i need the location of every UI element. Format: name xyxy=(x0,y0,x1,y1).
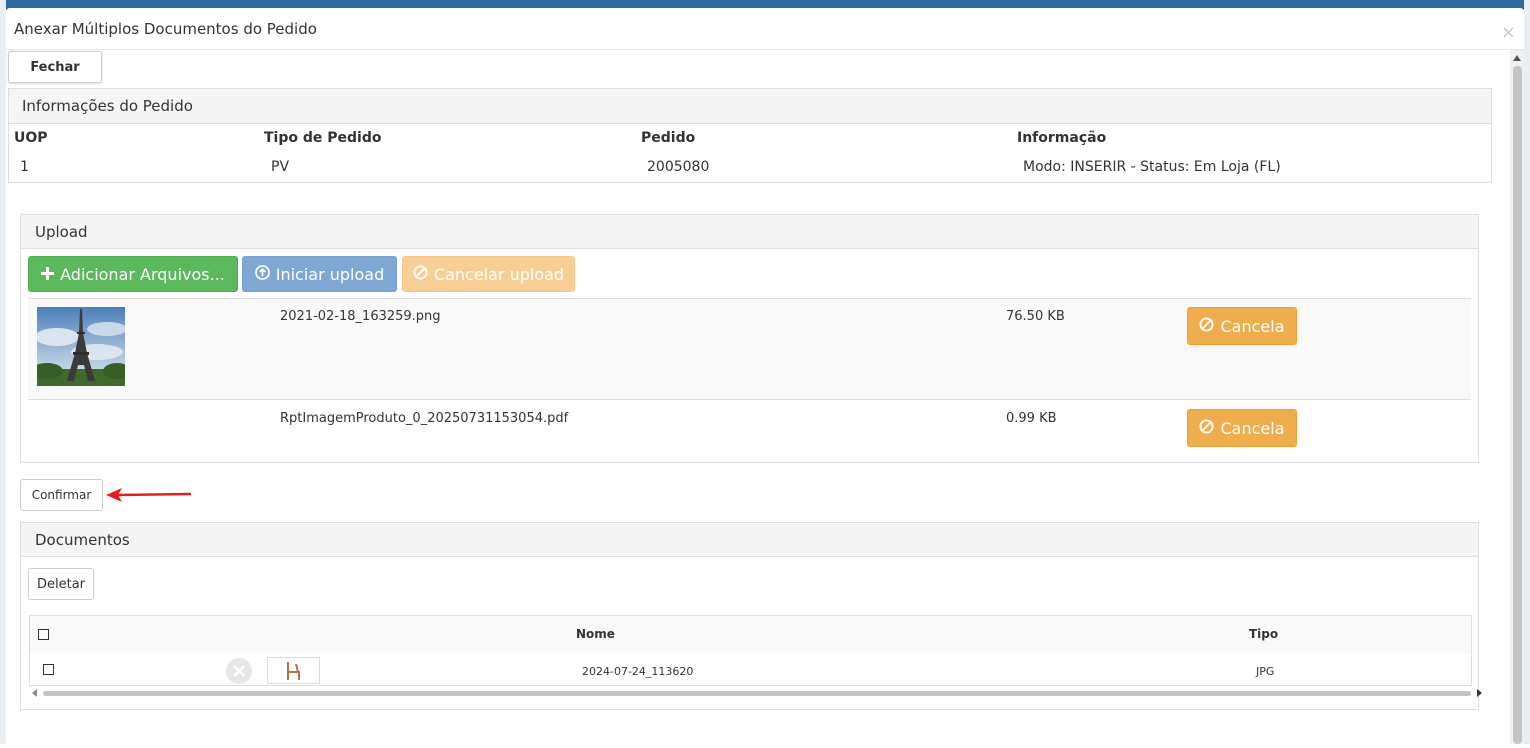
order-number-value: 2005080 xyxy=(647,159,710,175)
cancel-upload-button[interactable]: Cancelar upload xyxy=(402,256,575,292)
information-header: Informação xyxy=(1017,130,1107,146)
order-info-title: Informações do Pedido xyxy=(22,97,193,115)
documents-heading: Documentos xyxy=(21,523,1478,557)
upload-file-size: 76.50 KB xyxy=(1006,309,1065,324)
delete-button[interactable]: Deletar xyxy=(28,568,94,600)
start-upload-label: Iniciar upload xyxy=(275,264,385,284)
close-icon[interactable]: × xyxy=(1501,22,1516,43)
modal-title: Anexar Múltiplos Documentos do Pedido xyxy=(14,20,317,38)
annotation-arrow xyxy=(104,487,194,507)
ban-icon xyxy=(413,264,428,284)
ban-icon xyxy=(1199,418,1215,438)
close-button-label: Fechar xyxy=(30,59,80,75)
cancel-file-button[interactable]: Cancela xyxy=(1187,409,1297,447)
add-files-button[interactable]: Adicionar Arquivos... xyxy=(28,256,238,292)
add-files-label: Adicionar Arquivos... xyxy=(60,264,225,284)
scroll-right-icon[interactable] xyxy=(1477,689,1482,697)
upload-title: Upload xyxy=(35,223,88,241)
type-column-header: Tipo xyxy=(1249,627,1279,641)
upload-file-name: RptImagemProduto_0_20250731153054.pdf xyxy=(280,411,569,426)
confirm-label: Confirmar xyxy=(31,488,92,502)
information-value: Modo: INSERIR - Status: Em Loja (FL) xyxy=(1023,159,1281,175)
close-button[interactable]: Fechar xyxy=(8,51,102,83)
order-type-header: Tipo de Pedido xyxy=(264,130,382,146)
document-name: 2024-07-24_113620 xyxy=(582,665,694,678)
delete-label: Deletar xyxy=(36,576,86,592)
title-divider xyxy=(6,49,1524,50)
select-all-checkbox[interactable] xyxy=(38,629,49,640)
name-column-header: Nome xyxy=(576,627,615,641)
order-type-value: PV xyxy=(271,159,290,175)
scroll-left-icon[interactable] xyxy=(32,689,37,697)
start-upload-button[interactable]: Iniciar upload xyxy=(242,256,397,292)
eiffel-tower-image xyxy=(37,307,125,386)
cancel-file-label: Cancela xyxy=(1220,316,1285,336)
confirm-button[interactable]: Confirmar xyxy=(20,479,103,511)
cancel-upload-label: Cancelar upload xyxy=(433,264,565,284)
chair-thumbnail-icon[interactable] xyxy=(267,657,320,684)
vertical-scroll-thumb[interactable] xyxy=(1513,66,1522,744)
document-type: JPG xyxy=(1256,665,1275,678)
upload-file-size: 0.99 KB xyxy=(1006,411,1057,426)
upload-heading: Upload xyxy=(21,215,1478,249)
ban-icon xyxy=(1199,316,1215,336)
scroll-up-icon[interactable] xyxy=(1513,55,1521,61)
horizontal-scroll-thumb[interactable] xyxy=(43,691,1471,696)
cancel-file-button[interactable]: Cancela xyxy=(1187,307,1297,345)
upload-circle-icon xyxy=(254,264,270,284)
order-number-header: Pedido xyxy=(641,130,696,146)
row-checkbox[interactable] xyxy=(43,664,54,675)
remove-circle-icon[interactable] xyxy=(225,657,253,689)
table-horizontal-scrollbar[interactable] xyxy=(29,686,1484,700)
documents-title: Documentos xyxy=(35,531,130,549)
plus-icon xyxy=(41,265,55,284)
order-info-heading: Informações do Pedido xyxy=(9,89,1491,124)
cancel-file-label: Cancela xyxy=(1220,418,1285,438)
uop-header: UOP xyxy=(14,130,48,146)
background-page-right xyxy=(1524,0,1530,744)
upload-file-name: 2021-02-18_163259.png xyxy=(280,309,441,324)
uop-value: 1 xyxy=(20,159,29,175)
